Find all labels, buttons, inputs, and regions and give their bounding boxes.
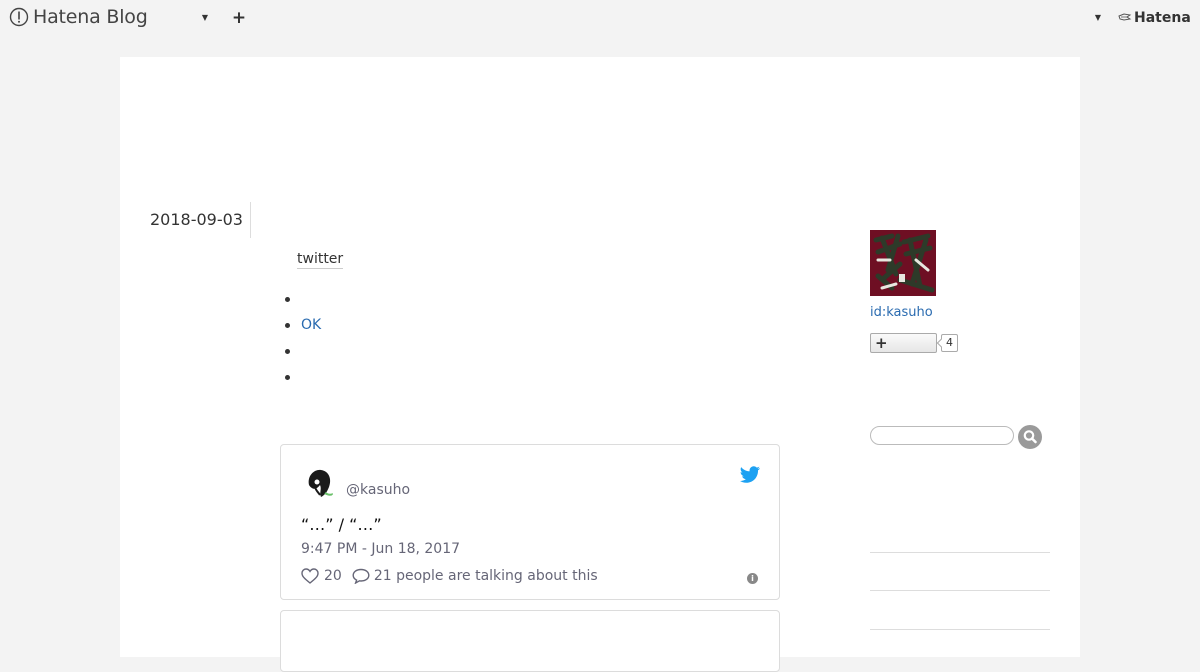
list-item xyxy=(283,338,321,364)
tweet-avatar[interactable] xyxy=(301,465,337,501)
profile-id-link[interactable]: id:kasuho xyxy=(870,305,933,320)
avatar-illustration-icon xyxy=(301,465,337,501)
blog-page: 2018-09-03 twitter OK @kasuho “…” / “…” … xyxy=(120,57,1080,672)
follow-button[interactable]: + xyxy=(870,333,937,353)
hatena-blog-logo-icon xyxy=(9,7,29,27)
tweet-text: “…” / “…” xyxy=(301,515,382,534)
list-item: OK xyxy=(283,312,321,338)
info-icon[interactable]: i xyxy=(747,573,758,584)
ok-link[interactable]: OK xyxy=(301,317,321,333)
embedded-tweet-card[interactable]: @kasuho “…” / “…” 9:47 PM - Jun 18, 2017… xyxy=(280,444,780,600)
hatena-logo[interactable]: Hatena xyxy=(1118,10,1191,26)
entry-category-link[interactable]: twitter xyxy=(297,251,344,269)
hatena-bird-icon xyxy=(1118,13,1132,21)
add-entry-button[interactable]: + xyxy=(230,8,248,28)
hatena-blog-brand[interactable]: Hatena Blog xyxy=(9,6,148,28)
search-input[interactable] xyxy=(870,426,1014,445)
comment-bubble-icon[interactable] xyxy=(352,568,370,584)
profile-calligraphy-icon xyxy=(870,230,936,296)
list-item xyxy=(283,364,321,390)
global-header: Hatena Blog ▼ + ▼ Hatena xyxy=(0,0,1200,38)
tweet-actions: 20 21 people are talking about this xyxy=(301,568,598,584)
hatena-logo-text: Hatena xyxy=(1134,10,1191,26)
entry-date-text: 2018-09-03 xyxy=(150,210,243,229)
tweet-handle[interactable]: @kasuho xyxy=(346,482,410,498)
entry-list: OK xyxy=(283,286,321,390)
twitter-bird-icon[interactable] xyxy=(739,466,761,484)
user-menu-caret-icon[interactable]: ▼ xyxy=(1092,11,1104,25)
magnifier-icon xyxy=(1023,430,1037,444)
sidebar-divider xyxy=(870,590,1050,591)
search-button[interactable] xyxy=(1018,425,1042,449)
sidebar-divider xyxy=(870,552,1050,553)
embedded-tweet-card[interactable] xyxy=(280,610,780,672)
tweet-timestamp-link[interactable]: 9:47 PM - Jun 18, 2017 xyxy=(301,541,460,557)
plus-icon: + xyxy=(875,334,888,352)
profile-avatar[interactable] xyxy=(870,230,936,296)
list-item xyxy=(283,286,321,312)
brand-text: Hatena Blog xyxy=(33,6,148,28)
entry-date[interactable]: 2018-09-03 xyxy=(150,202,251,238)
heart-icon[interactable] xyxy=(301,568,319,584)
like-count[interactable]: 20 xyxy=(324,568,342,584)
follower-count-badge[interactable]: 4 xyxy=(941,334,958,352)
talking-count-link[interactable]: 21 people are talking about this xyxy=(374,568,598,584)
blog-menu-caret-icon[interactable]: ▼ xyxy=(199,11,211,25)
